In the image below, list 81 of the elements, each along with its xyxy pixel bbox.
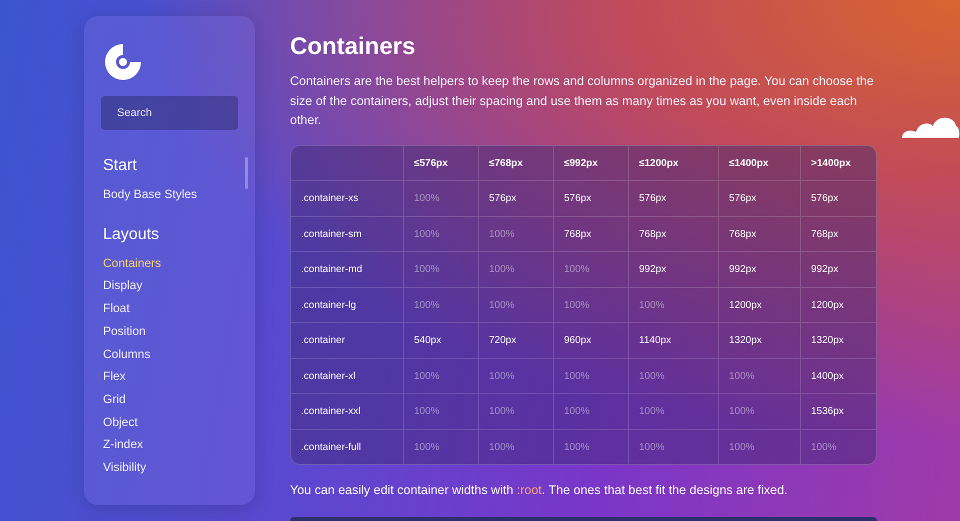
table-cell: 100%	[489, 228, 515, 240]
nav-link[interactable]: Z-index	[103, 433, 144, 456]
table-cell: 100%	[639, 406, 665, 418]
column-header: ≤1400px	[729, 158, 768, 169]
table-cell: 100%	[489, 300, 515, 311]
class-name-cell: .container-xs	[301, 193, 358, 204]
class-name-cell: .container-lg	[301, 300, 356, 311]
table-cell: 100%	[564, 406, 590, 418]
table-cell: 576px	[564, 193, 592, 204]
intro-paragraph: Containers are the best helpers to keep the rows and columns organized in the page. You can choose the size of the containers, adjust their spacing and use them as many times as you want, even inside each other.	[290, 73, 875, 130]
table-cell: 1320px	[811, 335, 844, 346]
table-cell: 1140px	[639, 335, 672, 346]
table-cell: 576px	[639, 193, 666, 204]
table-cell: 100%	[639, 370, 665, 382]
table-cell: 992px	[729, 264, 756, 276]
table-cell: 100%	[414, 442, 440, 453]
nav-link[interactable]: Visibility	[103, 456, 146, 479]
column-header: ≤992px	[564, 158, 598, 169]
nav-link[interactable]: Display	[103, 274, 142, 298]
table-cell: 100%	[639, 300, 665, 311]
table-cell: 100%	[414, 370, 440, 382]
table-cell: 100%	[414, 300, 440, 311]
table-cell: 100%	[414, 406, 440, 418]
column-header: ≤768px	[489, 158, 523, 169]
table-cell: 100%	[729, 442, 755, 453]
column-header: >1400px	[811, 158, 851, 169]
table-cell: 768px	[729, 228, 756, 240]
table-cell: 576px	[729, 193, 756, 204]
table-cell: 100%	[564, 442, 590, 453]
table-cell: 1400px	[811, 370, 844, 382]
table-cell: 100%	[564, 264, 590, 276]
table-cell: 1200px	[811, 300, 844, 311]
table-cell: 1320px	[729, 335, 762, 346]
nav-link[interactable]: Containers	[103, 252, 162, 274]
nav-link[interactable]: Grid	[103, 388, 126, 411]
table-cell: 100%	[414, 264, 440, 276]
table-cell: 100%	[639, 442, 665, 453]
table-cell: 100%	[489, 264, 515, 276]
class-name-cell: .container	[301, 335, 345, 346]
nav-link[interactable]: Columns	[103, 342, 150, 366]
table-cell: 100%	[564, 300, 590, 311]
column-header: ≤1200px	[639, 158, 678, 169]
table-cell: 100%	[564, 370, 590, 382]
table-cell: 992px	[811, 264, 838, 276]
nav-link[interactable]: Object	[103, 410, 138, 434]
class-name-cell: .container-sm	[301, 228, 362, 240]
nav-link[interactable]: Position	[103, 320, 146, 343]
class-name-cell: .container-xxl	[301, 406, 360, 418]
table-cell: 100%	[489, 370, 515, 382]
table-cell: 100%	[489, 442, 515, 453]
table-cell: 100%	[729, 370, 755, 382]
table-cell: 768px	[564, 228, 592, 240]
table-cell: 100%	[729, 406, 755, 418]
page-title: Containers	[290, 33, 416, 61]
table-cell: 576px	[811, 193, 838, 204]
nav-link[interactable]: Float	[103, 297, 130, 320]
column-header: ≤576px	[414, 158, 448, 169]
table-cell: 100%	[489, 406, 515, 418]
table-cell: 720px	[489, 335, 516, 346]
table-cell: 992px	[639, 264, 666, 276]
table-cell: 1200px	[729, 300, 762, 311]
table-cell: 960px	[564, 335, 592, 346]
table-cell: 100%	[414, 228, 440, 240]
table-cell: 576px	[489, 193, 516, 204]
scrollbar-thumb[interactable]	[245, 157, 248, 189]
table-cell: 100%	[414, 193, 440, 204]
nav-section-title: Start	[103, 157, 137, 175]
nav-section-title: Layouts	[103, 226, 160, 244]
table-cell: 768px	[811, 228, 838, 240]
table-cell: 768px	[639, 228, 666, 240]
class-name-cell: .container-md	[301, 264, 362, 276]
table-cell: 540px	[414, 335, 442, 346]
class-name-cell: .container-xl	[301, 370, 356, 382]
nav-link[interactable]: Body Base Styles	[103, 183, 198, 206]
class-name-cell: .container-full	[301, 442, 362, 453]
table-cell: 100%	[811, 442, 837, 453]
inline-code: :root	[516, 483, 542, 498]
table-cell: 1536px	[811, 406, 844, 418]
logo-icon	[103, 42, 143, 82]
note-sentence: You can easily edit container widths with :root. The ones that best fit the designs are fixed.	[290, 483, 789, 498]
nav-link[interactable]: Flex	[103, 365, 126, 388]
